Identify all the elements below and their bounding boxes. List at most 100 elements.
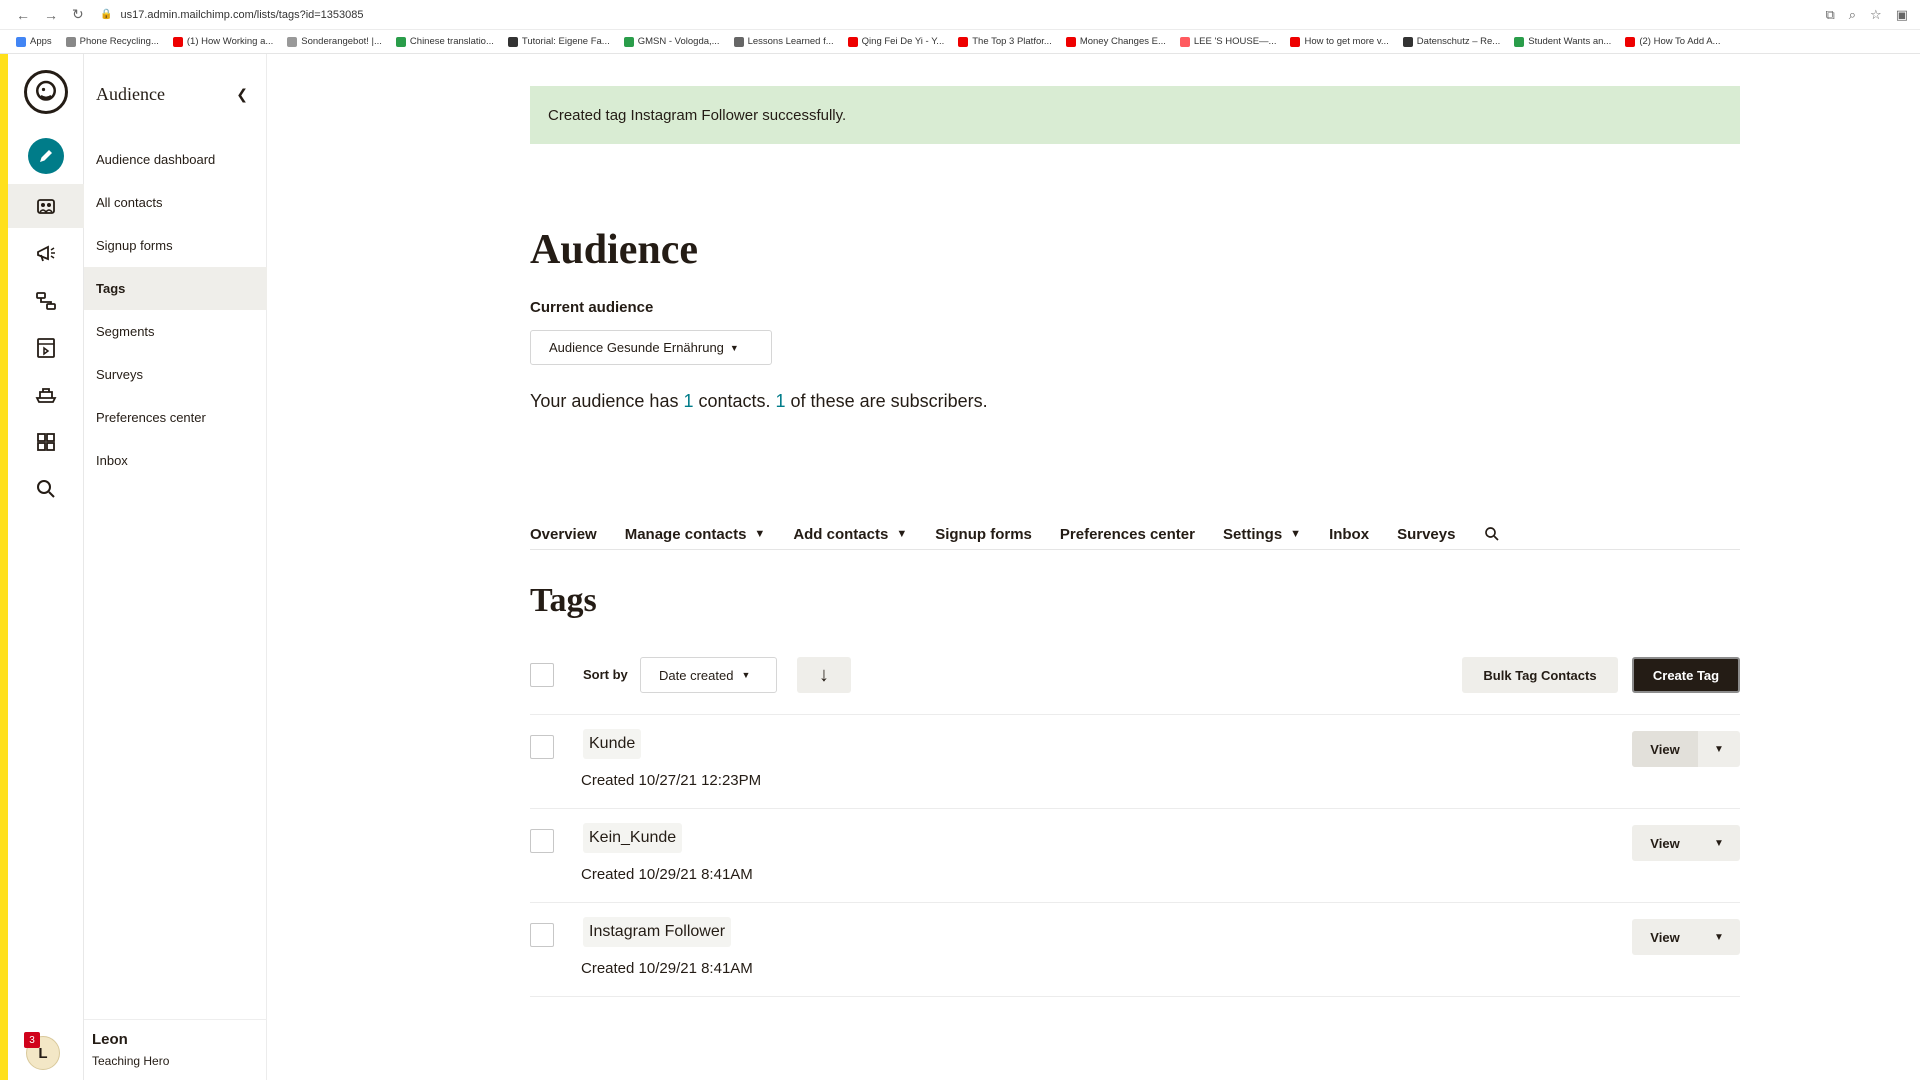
bookmark[interactable]: (2) How To Add A... — [1625, 36, 1720, 47]
bookmark[interactable]: LEE 'S HOUSE—... — [1179, 36, 1276, 47]
accent-strip — [0, 54, 8, 1080]
chevron-down-icon[interactable]: ▼ — [1698, 919, 1740, 955]
bookmark-apps[interactable]: Apps — [16, 36, 52, 47]
tags-heading: Tags — [530, 582, 597, 619]
bookmark[interactable]: (1) How Working a... — [172, 36, 273, 47]
bookmark[interactable]: The Top 3 Platfor... — [958, 36, 1052, 47]
star-icon[interactable]: ☆ — [1870, 7, 1882, 23]
icon-rail: 3 L — [8, 54, 84, 1080]
subscribers-count[interactable]: 1 — [776, 391, 786, 411]
mailchimp-logo-icon[interactable] — [24, 70, 68, 114]
view-button-group: View ▼ — [1632, 731, 1740, 767]
account-menu[interactable]: Leon Teaching Hero — [92, 1031, 169, 1068]
tag-created-date: Created 10/27/21 12:23PM — [581, 772, 762, 789]
sidebar-item-audience-dashboard[interactable]: Audience dashboard — [84, 138, 267, 181]
chevron-down-icon: ▼ — [729, 342, 739, 353]
user-name: Leon — [92, 1031, 128, 1048]
tab-signup-forms[interactable]: Signup forms — [935, 514, 1032, 550]
audience-select[interactable]: Audience Gesunde Ernährung ▼ — [530, 330, 772, 365]
bookmark[interactable]: Chinese translatio... — [395, 36, 494, 47]
bookmark[interactable]: Sonderangebot! |... — [287, 36, 382, 47]
sidebar-item-all-contacts[interactable]: All contacts — [84, 181, 267, 224]
view-button-group: View ▼ — [1632, 919, 1740, 955]
notification-badge[interactable]: 3 — [24, 1032, 40, 1048]
bookmark[interactable]: Money Changes E... — [1065, 36, 1166, 47]
view-button[interactable]: View — [1632, 919, 1698, 955]
search-icon[interactable] — [8, 467, 84, 511]
tag-name[interactable]: Kunde — [583, 729, 642, 759]
contacts-count[interactable]: 1 — [683, 391, 693, 411]
audience-select-value: Audience Gesunde Ernährung — [549, 340, 724, 355]
bookmark[interactable]: Phone Recycling... — [65, 36, 159, 47]
chevron-down-icon: ▼ — [896, 528, 908, 540]
zoom-icon[interactable]: ⌕ — [1849, 7, 1856, 23]
tab-surveys[interactable]: Surveys — [1397, 514, 1455, 550]
view-button[interactable]: View — [1632, 825, 1698, 861]
tag-name[interactable]: Kein_Kunde — [583, 823, 683, 853]
tag-created-date: Created 10/29/21 8:41AM — [581, 960, 753, 977]
row-checkbox[interactable] — [530, 829, 554, 853]
sidebar-item-signup-forms[interactable]: Signup forms — [84, 224, 267, 267]
automations-icon[interactable] — [8, 279, 84, 323]
bookmark[interactable]: Datenschutz – Re... — [1402, 36, 1500, 47]
bookmark[interactable]: GMSN - Vologda,... — [623, 36, 720, 47]
extension-icon[interactable]: ▣ — [1896, 7, 1908, 23]
tab-settings[interactable]: Settings ▼ — [1223, 514, 1301, 550]
table-row: Kein_Kunde Created 10/29/21 8:41AM View … — [530, 809, 1740, 903]
tab-add-contacts[interactable]: Add contacts ▼ — [793, 514, 907, 550]
search-icon[interactable] — [1483, 514, 1501, 550]
success-banner: Created tag Instagram Follower successfu… — [530, 86, 1740, 144]
tab-inbox[interactable]: Inbox — [1329, 514, 1369, 550]
view-button[interactable]: View — [1632, 731, 1698, 767]
row-checkbox[interactable] — [530, 735, 554, 759]
tags-toolbar: Sort by Date created ▼ ↓ Bulk Tag Contac… — [530, 657, 1740, 693]
chevron-down-icon[interactable]: ▼ — [1698, 825, 1740, 861]
create-tag-button[interactable]: Create Tag — [1632, 657, 1740, 693]
tag-name[interactable]: Instagram Follower — [583, 917, 732, 947]
lock-icon: 🔒 — [100, 9, 113, 20]
divider — [84, 1019, 267, 1020]
user-role: Teaching Hero — [92, 1054, 170, 1068]
translate-icon[interactable]: ⧉ — [1825, 7, 1834, 23]
sort-direction-arrow-icon[interactable]: ↓ — [797, 657, 851, 693]
sidebar-item-preferences-center[interactable]: Preferences center — [84, 396, 267, 439]
tab-preferences-center[interactable]: Preferences center — [1060, 514, 1195, 550]
forward-icon[interactable]: → — [44, 7, 58, 23]
audience-summary: Your audience has 1 contacts. 1 of these… — [530, 391, 988, 411]
bookmark[interactable]: Tutorial: Eigene Fa... — [507, 36, 610, 47]
current-audience-label: Current audience — [530, 299, 654, 316]
sort-select[interactable]: Date created ▼ — [640, 657, 777, 693]
chevron-down-icon[interactable]: ▼ — [1698, 731, 1740, 767]
tab-overview[interactable]: Overview — [530, 514, 597, 550]
audience-tabs: Overview Manage contacts ▼ Add contacts ▼ … — [530, 514, 1740, 550]
section-sidebar: Audience ❮ Audience dashboard All contac… — [84, 54, 267, 1080]
browser-actions: ⧉ ⌕ ☆ ▣ — [1825, 7, 1908, 23]
sidebar-item-inbox[interactable]: Inbox — [84, 439, 267, 482]
website-icon[interactable] — [8, 326, 84, 370]
sidebar-item-tags[interactable]: Tags — [84, 267, 267, 310]
reload-icon[interactable]: ↻ — [72, 6, 84, 23]
sort-by-label: Sort by — [583, 667, 628, 682]
main-content: Created tag Instagram Follower successfu… — [530, 54, 1740, 1080]
create-pencil-icon[interactable] — [28, 138, 64, 174]
bookmark[interactable]: Qing Fei De Yi - Y... — [847, 36, 944, 47]
table-row: Kunde Created 10/27/21 12:23PM View ▼ — [530, 715, 1740, 809]
bookmark[interactable]: Lessons Learned f... — [733, 36, 834, 47]
campaigns-megaphone-icon[interactable] — [8, 232, 84, 276]
sidebar-item-segments[interactable]: Segments — [84, 310, 267, 353]
integrations-grid-icon[interactable] — [8, 420, 84, 464]
address-bar[interactable]: 🔒 us17.admin.mailchimp.com/lists/tags?id… — [100, 9, 364, 21]
chevron-down-icon: ▼ — [754, 528, 766, 540]
bookmark[interactable]: How to get more v... — [1290, 36, 1389, 47]
select-all-checkbox[interactable] — [530, 663, 554, 687]
row-checkbox[interactable] — [530, 923, 554, 947]
content-studio-icon[interactable] — [8, 373, 84, 417]
bulk-tag-contacts-button[interactable]: Bulk Tag Contacts — [1462, 657, 1618, 693]
sidebar-item-surveys[interactable]: Surveys — [84, 353, 267, 396]
collapse-chevron-icon[interactable]: ❮ — [236, 86, 248, 103]
chevron-down-icon: ▼ — [741, 670, 751, 680]
bookmark[interactable]: Student Wants an... — [1514, 36, 1611, 47]
tab-manage-contacts[interactable]: Manage contacts ▼ — [625, 514, 766, 550]
back-icon[interactable]: ← — [16, 7, 30, 23]
audience-icon[interactable] — [8, 184, 84, 228]
